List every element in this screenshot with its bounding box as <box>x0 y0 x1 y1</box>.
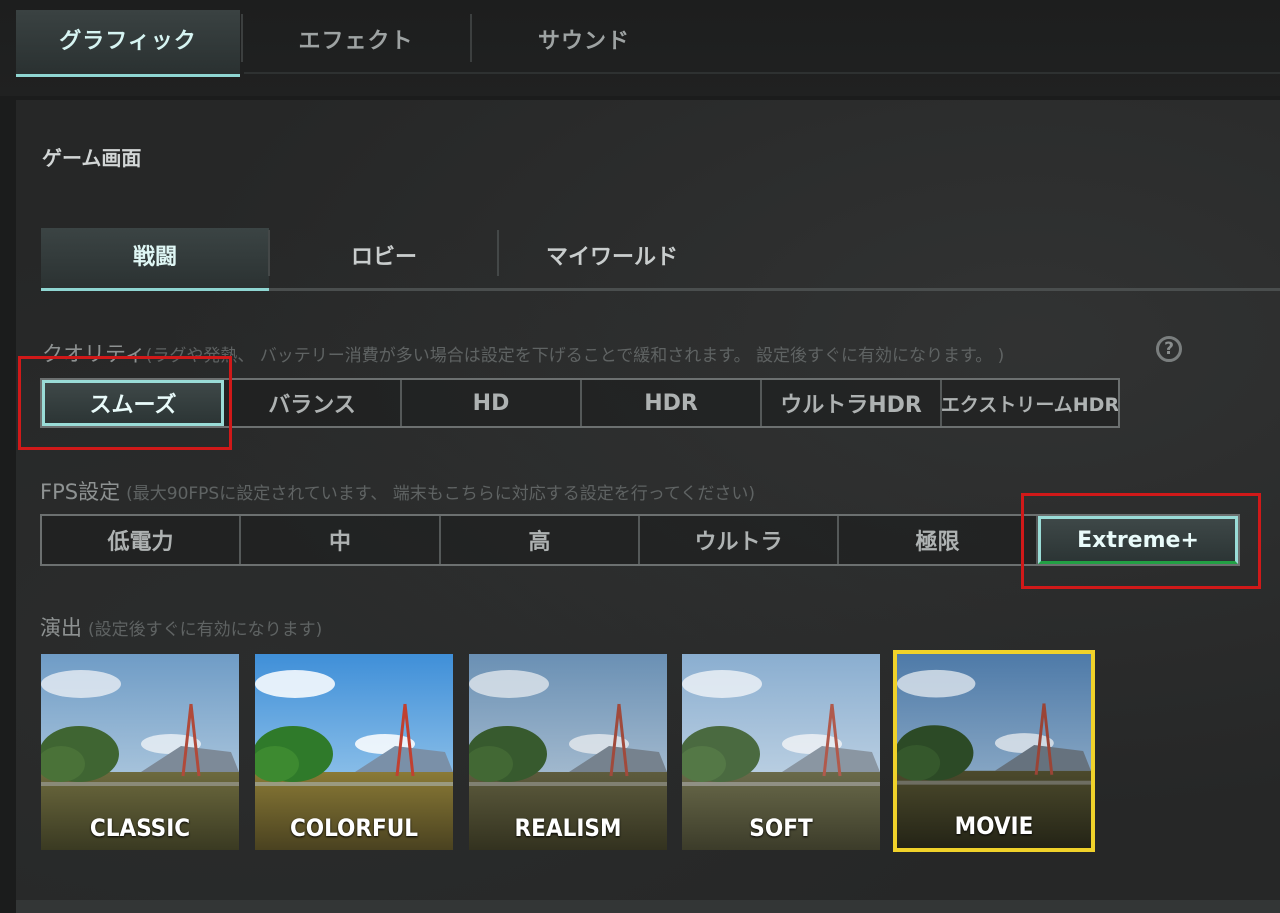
style-option-classic[interactable]: CLASSIC <box>41 654 239 850</box>
style-option-colorful[interactable]: COLORFUL <box>255 654 453 850</box>
fps-label-row: FPS設定 (最大90FPSに設定されています、 端末もこちらに対応する設定を行… <box>40 476 755 506</box>
fps-note: (最大90FPSに設定されています、 端末もこちらに対応する設定を行ってください… <box>126 484 756 504</box>
style-label-realism: REALISM <box>514 814 622 842</box>
highlight-box-fps <box>1021 493 1261 589</box>
quality-option-balance[interactable]: バランス <box>224 380 402 426</box>
tab-graphics[interactable]: グラフィック <box>16 10 240 77</box>
fps-option-medium[interactable]: 中 <box>241 516 441 564</box>
tab-divider <box>241 14 243 62</box>
panel-bottom-edge <box>16 900 1280 913</box>
highlight-box-quality <box>18 356 232 450</box>
style-option-movie[interactable]: MOVIE <box>893 650 1095 852</box>
tab-underline <box>244 72 1280 74</box>
subtab-myworld[interactable]: マイワールド <box>500 228 724 288</box>
help-icon[interactable]: ? <box>1156 336 1182 362</box>
quality-option-extreme-hdr[interactable]: エクストリームHDR <box>942 380 1118 426</box>
style-option-realism[interactable]: REALISM <box>469 654 667 850</box>
quality-option-hd[interactable]: HD <box>402 380 582 426</box>
style-label: 演出 <box>40 616 82 640</box>
subtab-divider <box>497 230 499 276</box>
style-label-row: 演出 (設定後すぐに有効になります) <box>40 612 322 642</box>
quality-option-ultra-hdr[interactable]: ウルトラHDR <box>762 380 942 426</box>
tab-sound[interactable]: サウンド <box>472 10 696 74</box>
fps-option-high[interactable]: 高 <box>441 516 640 564</box>
subtab-lobby[interactable]: ロビー <box>270 228 498 288</box>
style-label-classic: CLASSIC <box>89 814 191 842</box>
section-title: ゲーム画面 <box>42 146 142 170</box>
quality-option-hdr[interactable]: HDR <box>582 380 762 426</box>
fps-option-ultra[interactable]: ウルトラ <box>640 516 839 564</box>
style-note: (設定後すぐに有効になります) <box>88 620 323 640</box>
tab-effects[interactable]: エフェクト <box>244 10 468 74</box>
fps-label: FPS設定 <box>40 480 121 504</box>
quality-note: (ラグや発熱、 バッテリー消費が多い場合は設定を下げることで緩和されます。 設定… <box>145 346 1005 366</box>
style-label-soft: SOFT <box>749 814 813 842</box>
subtab-underline <box>269 288 1280 291</box>
style-option-soft[interactable]: SOFT <box>682 654 880 850</box>
fps-option-low-power[interactable]: 低電力 <box>42 516 241 564</box>
fps-option-extreme[interactable]: 極限 <box>839 516 1038 564</box>
style-label-movie: MOVIE <box>954 812 1034 840</box>
style-label-colorful: COLORFUL <box>289 814 419 842</box>
subtab-battle[interactable]: 戦闘 <box>41 228 269 291</box>
